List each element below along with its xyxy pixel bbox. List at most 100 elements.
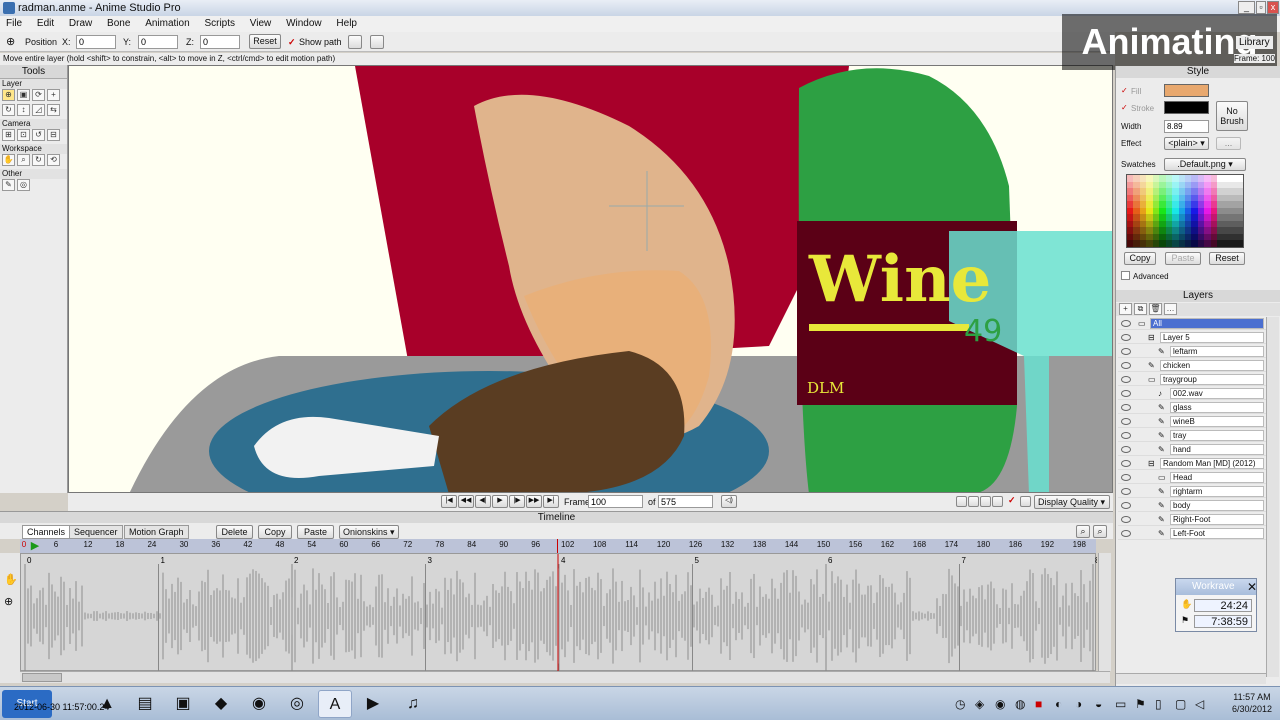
eyedropper-tool-icon[interactable]: ✎ (2, 179, 15, 191)
visibility-eye-icon[interactable] (1121, 376, 1131, 383)
notepad-taskbar-icon[interactable]: ▣ (166, 690, 200, 718)
last-frame-icon[interactable]: ▶| (543, 495, 559, 508)
new-layer-icon[interactable]: + (1119, 303, 1132, 315)
menu-bone[interactable]: Bone (107, 18, 130, 29)
pan-tilt-camera-icon[interactable]: ⊟ (47, 129, 60, 141)
hand-tool-icon[interactable]: ✋ (2, 154, 15, 166)
app-taskbar-icon-2[interactable]: ◉ (242, 690, 276, 718)
tray-volume-icon[interactable]: ◁ (1195, 697, 1204, 711)
visibility-eye-icon[interactable] (1121, 432, 1131, 439)
close-button[interactable]: x (1267, 1, 1279, 14)
tray-app-icon-2[interactable]: ◉ (995, 697, 1005, 711)
drawing-canvas[interactable]: Wine 49 DLM (68, 65, 1113, 493)
fill-checkbox[interactable]: ✓ (1121, 86, 1128, 95)
view-quad-icon[interactable] (980, 496, 991, 507)
menu-edit[interactable]: Edit (37, 18, 54, 29)
tray-app-icon-3[interactable]: ◍ (1015, 697, 1025, 711)
taskbar-clock[interactable]: 11:57 AM 6/30/2012 (1232, 691, 1272, 715)
rotate-workspace-icon[interactable]: ↻ (32, 154, 45, 166)
channel-hand-icon[interactable]: ✋ (4, 573, 18, 586)
menu-view[interactable]: View (250, 18, 272, 29)
layer-row[interactable]: ✎ glass (1118, 401, 1266, 414)
tray-app-icon-6[interactable]: ◒ (1095, 697, 1102, 711)
play-icon[interactable]: ▶ (492, 495, 508, 508)
prev-frame-icon[interactable]: ◀| (475, 495, 491, 508)
render-checkbox[interactable]: ✓ (1008, 495, 1016, 506)
layer-row[interactable]: ✎ body (1118, 499, 1266, 512)
visibility-eye-icon[interactable] (1121, 474, 1131, 481)
visibility-eye-icon[interactable] (1121, 460, 1131, 467)
effect-edit-button[interactable]: ... (1216, 137, 1241, 150)
scale-layer-tool-icon[interactable]: ▣ (17, 89, 30, 101)
timeline-play-icon[interactable]: ▶ (31, 539, 39, 552)
tray-battery-icon[interactable]: ▯ (1155, 697, 1162, 711)
zoom-out-icon[interactable]: ⌕ (1076, 525, 1090, 538)
orbit-workspace-icon[interactable]: ⟲ (47, 154, 60, 166)
tray-app-icon-5[interactable]: ◑ (1075, 697, 1082, 711)
visibility-eye-icon[interactable] (1121, 502, 1131, 509)
tray-app-icon-4[interactable]: ◐ (1055, 697, 1062, 711)
menu-help[interactable]: Help (336, 18, 357, 29)
media-taskbar-icon[interactable]: ▶ (356, 690, 390, 718)
tab-channels[interactable]: Channels (22, 525, 71, 539)
tray-network-icon[interactable]: ▭ (1115, 697, 1126, 711)
layer-row[interactable]: ⊟ Random Man [MD] (2012) (1118, 457, 1266, 470)
visibility-eye-icon[interactable] (1121, 348, 1131, 355)
tray-flag-icon[interactable]: ⚑ (1135, 697, 1146, 711)
scroll-thumb[interactable] (22, 673, 62, 682)
workrave-close-icon[interactable]: ✕ (1246, 580, 1258, 594)
rotate-x-tool-icon[interactable]: ↕ (17, 104, 30, 116)
prev-key-icon[interactable]: ◀◀ (458, 495, 474, 508)
app-taskbar-icon-1[interactable]: ◆ (204, 690, 238, 718)
visibility-eye-icon[interactable] (1121, 320, 1131, 327)
layer-row[interactable]: ✎ rightarm (1118, 485, 1266, 498)
layer-row[interactable]: ▭ Head (1118, 471, 1266, 484)
swatch-palette[interactable] (1126, 174, 1244, 248)
reset-position-button[interactable]: Reset (249, 34, 281, 49)
explorer-taskbar-icon[interactable]: ▤ (128, 690, 162, 718)
next-frame-icon[interactable]: |▶ (509, 495, 525, 508)
timeline-horizontal-scrollbar[interactable] (20, 671, 1110, 683)
shear-tool-icon[interactable]: ◿ (32, 104, 45, 116)
paste-key-button[interactable]: Paste (297, 525, 334, 539)
roll-camera-icon[interactable]: ↺ (32, 129, 45, 141)
maximize-button[interactable]: ▫ (1256, 1, 1266, 14)
first-frame-icon[interactable]: |◀ (441, 495, 457, 508)
width-input[interactable] (1164, 120, 1209, 133)
sound-toggle-icon[interactable]: ◁) (721, 495, 737, 508)
duplicate-layer-icon[interactable]: ⧉ (1134, 303, 1147, 315)
x-input[interactable] (76, 35, 116, 49)
frame-input[interactable] (588, 495, 643, 508)
zoom-tool-icon[interactable]: ⌕ (17, 154, 30, 166)
z-input[interactable] (200, 35, 240, 49)
layer-row[interactable]: ▭ traygroup (1118, 373, 1266, 386)
library-tab[interactable]: Library (1236, 36, 1273, 49)
zoom-in-icon[interactable]: ⌕ (1093, 525, 1107, 538)
delete-layer-icon[interactable]: 🗑 (1149, 303, 1162, 315)
layer-row[interactable]: ♪ 002.wav (1118, 387, 1266, 400)
headphones-taskbar-icon[interactable]: ♫ (396, 690, 430, 718)
layer-row[interactable]: ✎ Left-Foot (1118, 527, 1266, 540)
chrome-taskbar-icon[interactable]: ◎ (280, 690, 314, 718)
visibility-eye-icon[interactable] (1121, 488, 1131, 495)
layer-row[interactable]: ✎ hand (1118, 443, 1266, 456)
vlc-taskbar-icon[interactable]: ▲ (90, 690, 124, 718)
style-copy-button[interactable]: Copy (1124, 252, 1156, 265)
advanced-checkbox[interactable] (1121, 271, 1130, 280)
stroke-color-swatch[interactable] (1164, 101, 1209, 114)
layer-row[interactable]: ⊟ Layer 5 (1118, 331, 1266, 344)
next-key-icon[interactable]: ▶▶ (526, 495, 542, 508)
rotate-layer-tool-icon[interactable]: ⟳ (32, 89, 45, 101)
menu-animation[interactable]: Animation (145, 18, 189, 29)
menu-window[interactable]: Window (286, 18, 322, 29)
visibility-eye-icon[interactable] (1121, 404, 1131, 411)
timeline-track[interactable]: 0 1 2 3 4 5 6 7 8 (20, 553, 1100, 672)
channel-move-icon[interactable]: ⊕ (4, 595, 13, 608)
switch-layer-tool-icon[interactable]: ⇆ (47, 104, 60, 116)
style-reset-button[interactable]: Reset (1209, 252, 1245, 265)
layer-settings-icon[interactable]: … (1164, 303, 1177, 315)
path-option-icon-1[interactable] (348, 35, 362, 49)
visibility-eye-icon[interactable] (1121, 516, 1131, 523)
workrave-window[interactable]: Workrave ✕ ✋ 24:24 ⚑ 7:38:59 (1175, 578, 1257, 632)
menu-draw[interactable]: Draw (69, 18, 92, 29)
